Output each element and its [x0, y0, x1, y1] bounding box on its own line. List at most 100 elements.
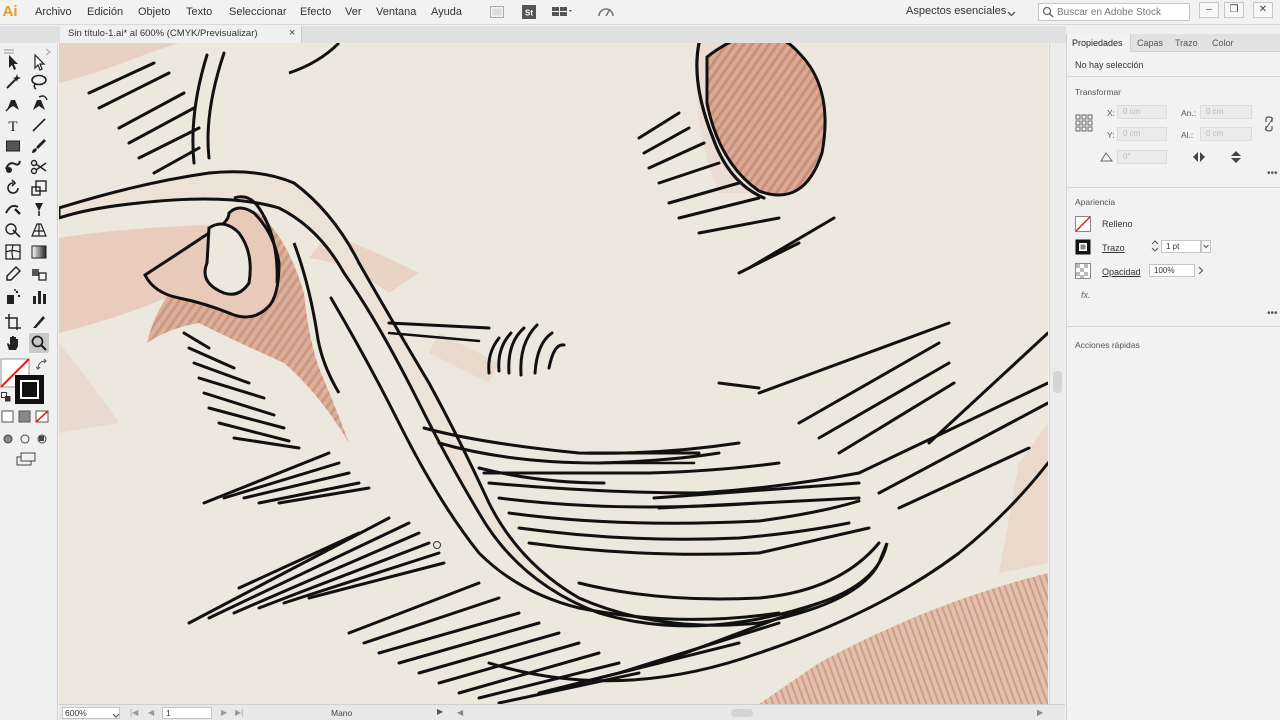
mesh-tool-icon[interactable]: [3, 242, 23, 262]
eyedropper-tool-icon[interactable]: [3, 264, 23, 284]
shaper-tool-icon[interactable]: [3, 157, 23, 177]
symbol-sprayer-tool-icon[interactable]: [3, 287, 23, 307]
stroke-stepper-icon[interactable]: [1151, 239, 1159, 256]
stock-icon[interactable]: St: [521, 4, 537, 20]
hand-tool-icon[interactable]: [3, 333, 23, 353]
height-field[interactable]: 0 cm: [1200, 127, 1252, 141]
close-icon[interactable]: ×: [289, 27, 295, 39]
flip-vertical-icon[interactable]: [1230, 150, 1242, 167]
fill-none-swatch-icon[interactable]: [1075, 216, 1091, 235]
constrain-proportions-icon[interactable]: [1263, 116, 1275, 135]
arrange-documents-icon[interactable]: [551, 4, 572, 20]
default-colors-icon[interactable]: [1, 392, 11, 402]
menu-ayuda[interactable]: Ayuda: [431, 5, 462, 19]
artboard-tool-icon[interactable]: [3, 312, 23, 332]
stroke-weight-field[interactable]: 1 pt: [1161, 240, 1201, 253]
close-button[interactable]: ✕: [1253, 2, 1273, 18]
transform-more-options-icon[interactable]: •••: [1267, 168, 1278, 179]
selection-status: No hay selección: [1075, 60, 1144, 70]
pen-tool-icon[interactable]: [3, 94, 23, 114]
status-bar: 600% |◀ ◀ 1 ▶ ▶| Mano ▶ ◀ ▶: [59, 704, 1065, 720]
gpu-performance-icon[interactable]: [597, 4, 614, 20]
magic-wand-tool-icon[interactable]: [3, 72, 23, 92]
document-tab[interactable]: Sin título-1.ai* al 600% (CMYK/Previsual…: [60, 26, 302, 43]
previous-artboard-icon[interactable]: ◀: [148, 708, 154, 717]
rectangle-tool-icon[interactable]: [3, 136, 23, 156]
shape-builder-tool-icon[interactable]: [3, 220, 23, 240]
direct-selection-tool-icon[interactable]: [29, 52, 49, 72]
rotation-field[interactable]: 0°: [1117, 150, 1167, 164]
menu-archivo[interactable]: Archivo: [35, 5, 72, 19]
restore-button[interactable]: ❐: [1224, 2, 1244, 18]
horizontal-scroll-thumb[interactable]: [731, 709, 753, 717]
menu-ventana[interactable]: Ventana: [376, 5, 416, 19]
gradient-tool-icon[interactable]: [29, 242, 49, 262]
scroll-left-icon[interactable]: ◀: [457, 708, 463, 717]
selection-tool-icon[interactable]: [3, 52, 23, 72]
stroke-swatch-icon[interactable]: [1075, 239, 1091, 258]
slice-tool-icon[interactable]: [29, 312, 49, 332]
zoom-tool-icon[interactable]: [29, 333, 49, 353]
type-tool-icon[interactable]: T: [3, 115, 23, 135]
opacity-checker-icon: [1075, 263, 1091, 282]
menu-efecto[interactable]: Efecto: [300, 5, 331, 19]
paintbrush-tool-icon[interactable]: [29, 136, 49, 156]
perspective-grid-tool-icon[interactable]: [29, 220, 49, 240]
last-artboard-icon[interactable]: ▶|: [235, 708, 243, 717]
y-field[interactable]: 0 cm: [1117, 127, 1167, 141]
status-current-tool[interactable]: Mano: [331, 708, 352, 718]
opacity-field[interactable]: 100%: [1149, 264, 1195, 277]
stroke-swatch[interactable]: [14, 374, 46, 406]
opacity-label[interactable]: Opacidad: [1102, 267, 1141, 277]
x-field[interactable]: 0 cm: [1117, 105, 1167, 119]
minimize-button[interactable]: –: [1199, 2, 1219, 18]
workspace-switcher[interactable]: Aspectos esenciales: [906, 5, 1006, 17]
tab-color[interactable]: Color: [1212, 38, 1234, 48]
menu-objeto[interactable]: Objeto: [138, 5, 170, 19]
flip-horizontal-icon[interactable]: [1192, 151, 1206, 166]
scroll-right-icon[interactable]: ▶: [1037, 708, 1043, 717]
stroke-label[interactable]: Trazo: [1102, 243, 1125, 253]
warp-tool-icon[interactable]: [3, 199, 23, 219]
reference-point-icon[interactable]: [1075, 114, 1093, 135]
appearance-more-options-icon[interactable]: •••: [1267, 308, 1278, 319]
width-field[interactable]: 0 cm: [1200, 105, 1252, 119]
lasso-tool-icon[interactable]: [29, 72, 49, 92]
tab-propiedades[interactable]: Propiedades: [1072, 38, 1123, 48]
artboard-canvas[interactable]: [59, 43, 1048, 704]
curvature-tool-icon[interactable]: [29, 94, 49, 114]
bridge-icon[interactable]: [489, 4, 505, 20]
menu-edicion[interactable]: Edición: [87, 5, 123, 19]
screen-mode-icon[interactable]: [14, 452, 38, 466]
chevron-right-icon[interactable]: [1197, 265, 1205, 279]
menu-seleccionar[interactable]: Seleccionar: [229, 5, 286, 19]
tools-panel: T: [0, 44, 58, 720]
chevron-down-icon[interactable]: [112, 709, 120, 720]
vertical-scroll-thumb[interactable]: [1053, 371, 1062, 393]
scissors-tool-icon[interactable]: [29, 157, 49, 177]
scale-tool-icon[interactable]: [29, 178, 49, 198]
fx-effects-button[interactable]: fx.: [1081, 290, 1091, 300]
chevron-down-icon[interactable]: [1201, 240, 1211, 256]
tab-trazo[interactable]: Trazo: [1175, 38, 1198, 48]
menu-texto[interactable]: Texto: [186, 5, 212, 19]
line-tool-icon[interactable]: [29, 115, 49, 135]
blend-tool-icon[interactable]: [29, 264, 49, 284]
artboard-number-field[interactable]: 1: [162, 707, 212, 719]
rotate-tool-icon[interactable]: [3, 178, 23, 198]
stock-search-box[interactable]: [1038, 3, 1190, 21]
next-artboard-icon[interactable]: ▶: [221, 708, 227, 717]
app-logo: Ai: [2, 3, 18, 20]
status-menu-arrow[interactable]: ▶: [437, 707, 443, 716]
swap-fill-stroke-icon[interactable]: [35, 358, 48, 371]
vertical-scrollbar[interactable]: [1049, 43, 1065, 704]
stock-search-input[interactable]: [1057, 5, 1187, 19]
drawing-mode-buttons[interactable]: [2, 432, 50, 446]
menu-bar: Ai Archivo Edición Objeto Texto Seleccio…: [0, 0, 1280, 25]
menu-ver[interactable]: Ver: [345, 5, 362, 19]
first-artboard-icon[interactable]: |◀: [130, 708, 138, 717]
tab-capas[interactable]: Capas: [1137, 38, 1163, 48]
column-graph-tool-icon[interactable]: [29, 287, 49, 307]
chevron-down-icon[interactable]: [1007, 8, 1016, 20]
puppet-warp-tool-icon[interactable]: [29, 199, 49, 219]
